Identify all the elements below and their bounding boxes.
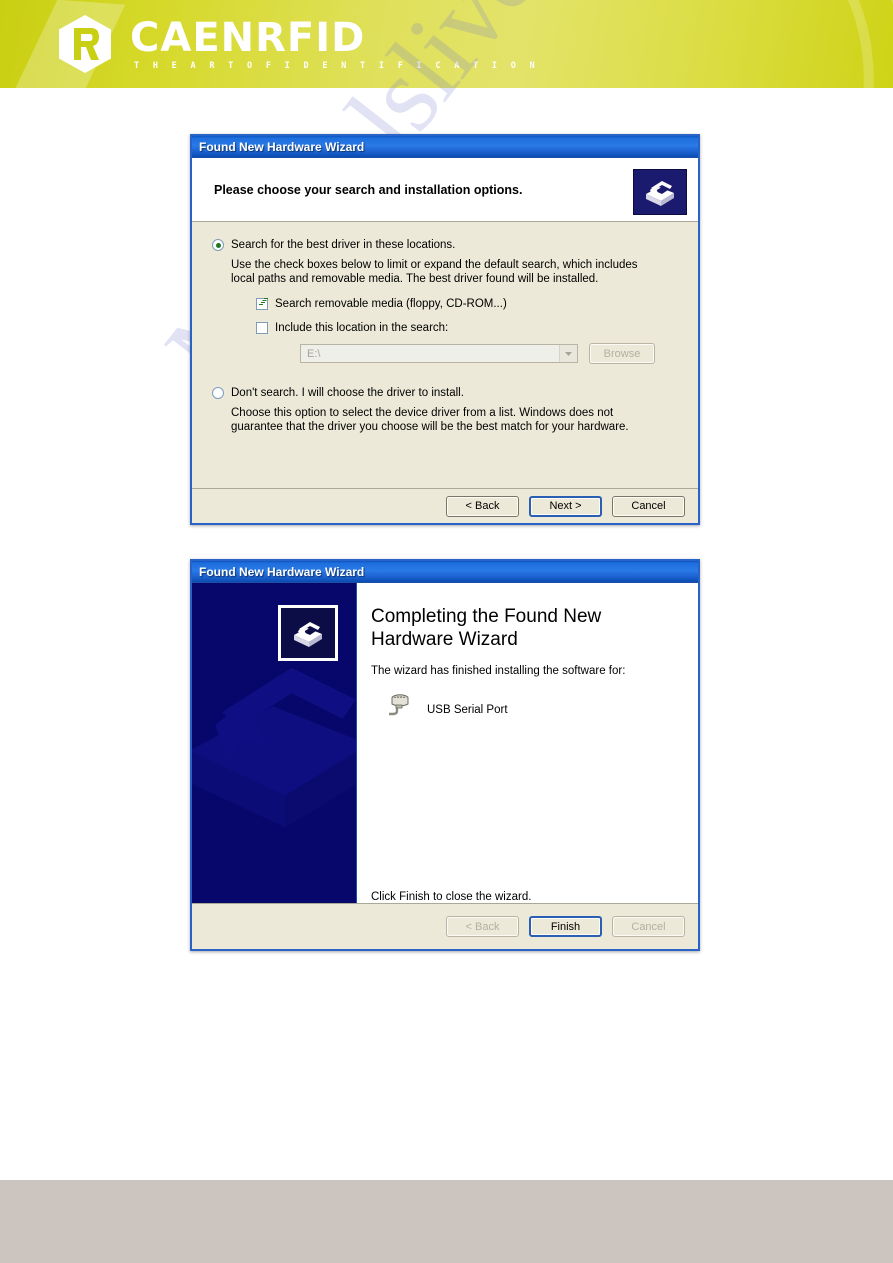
brand-name: CAENRFID: [130, 14, 366, 61]
wizard-hardware-icon: [278, 605, 338, 661]
brand-logo: CAENRFID T H E A R T O F I D E N T I F I…: [56, 14, 539, 74]
chevron-down-icon[interactable]: [559, 345, 577, 362]
radio-search-best-driver[interactable]: Search for the best driver in these loca…: [212, 238, 678, 252]
installed-device-name: USB Serial Port: [427, 703, 508, 716]
checkbox-include-location-label: Include this location in the search:: [275, 322, 449, 334]
wizard-hardware-icon: [633, 169, 687, 215]
serial-port-icon: [387, 693, 413, 726]
hexagon-r-logo-icon: [56, 14, 114, 74]
dialog2-finish-hint: Click Finish to close the wizard.: [371, 891, 532, 903]
dialog1-button-bar: < Back Next > Cancel: [192, 488, 698, 523]
checkbox-search-removable-media-label: Search removable media (floppy, CD-ROM..…: [275, 298, 507, 310]
banner-swoosh-4: [689, 0, 887, 88]
brand-wordmark: CAENRFID T H E A R T O F I D E N T I F I…: [130, 18, 539, 71]
radio-search-best-driver-label: Search for the best driver in these loca…: [231, 239, 456, 251]
dialog2-subtext: The wizard has finished installing the s…: [371, 665, 626, 677]
location-field-row: E:\ Browse: [300, 343, 678, 364]
location-combo-input[interactable]: E:\: [300, 344, 578, 363]
found-new-hardware-wizard-dialog-2: Found New Hardware Wizard Completing the…: [190, 559, 700, 951]
dialog1-title: Found New Hardware Wizard: [199, 139, 365, 154]
dialog1-titlebar[interactable]: Found New Hardware Wizard: [192, 136, 698, 158]
banner-swoosh-3: [618, 0, 893, 88]
cancel-button[interactable]: Cancel: [612, 495, 685, 517]
checkbox-search-removable-media[interactable]: Search removable media (floppy, CD-ROM..…: [256, 298, 678, 310]
cancel-button[interactable]: Cancel: [612, 916, 685, 937]
banner-swoosh-2: [544, 0, 893, 88]
checkbox-unchecked-icon: [256, 322, 268, 334]
dialog2-titlebar[interactable]: Found New Hardware Wizard: [192, 561, 698, 583]
checkbox-checked-icon: [256, 298, 268, 310]
back-button[interactable]: < Back: [446, 916, 519, 937]
radio-off-icon: [212, 387, 224, 399]
dialog2-content: Completing the Found New Hardware Wizard…: [192, 583, 698, 915]
next-button[interactable]: Next >: [529, 495, 602, 517]
finish-button[interactable]: Finish: [529, 916, 602, 937]
dialog2-side-panel: [192, 583, 357, 915]
radio-on-icon: [212, 239, 224, 251]
dialog1-body: Search for the best driver in these loca…: [192, 222, 698, 434]
dialog2-title: Found New Hardware Wizard: [199, 564, 365, 579]
dialog2-heading: Completing the Found New Hardware Wizard: [371, 606, 602, 650]
page-footer-band: [0, 1180, 893, 1263]
brand-tagline: T H E A R T O F I D E N T I F I C A T I …: [134, 60, 539, 71]
browse-button[interactable]: Browse: [589, 343, 655, 364]
checkbox-include-location[interactable]: Include this location in the search:: [256, 322, 678, 334]
back-button[interactable]: < Back: [446, 495, 519, 517]
search-option-description: Use the check boxes below to limit or ex…: [231, 259, 638, 285]
manual-option-description: Choose this option to select the device …: [231, 407, 629, 433]
radio-dont-search-label: Don't search. I will choose the driver t…: [231, 387, 464, 399]
dialog2-button-bar: < Back Finish Cancel: [192, 903, 698, 949]
dialog1-header-title: Please choose your search and installati…: [214, 182, 523, 197]
dialog2-main-panel: Completing the Found New Hardware Wizard…: [357, 583, 698, 915]
page-header-banner: CAENRFID T H E A R T O F I D E N T I F I…: [0, 0, 893, 88]
found-new-hardware-wizard-dialog-1: Found New Hardware Wizard Please choose …: [190, 134, 700, 525]
dialog1-header-band: Please choose your search and installati…: [192, 158, 698, 222]
location-combo-value: E:\: [307, 347, 321, 360]
installed-device-row: USB Serial Port: [387, 693, 684, 726]
radio-dont-search[interactable]: Don't search. I will choose the driver t…: [212, 386, 678, 400]
